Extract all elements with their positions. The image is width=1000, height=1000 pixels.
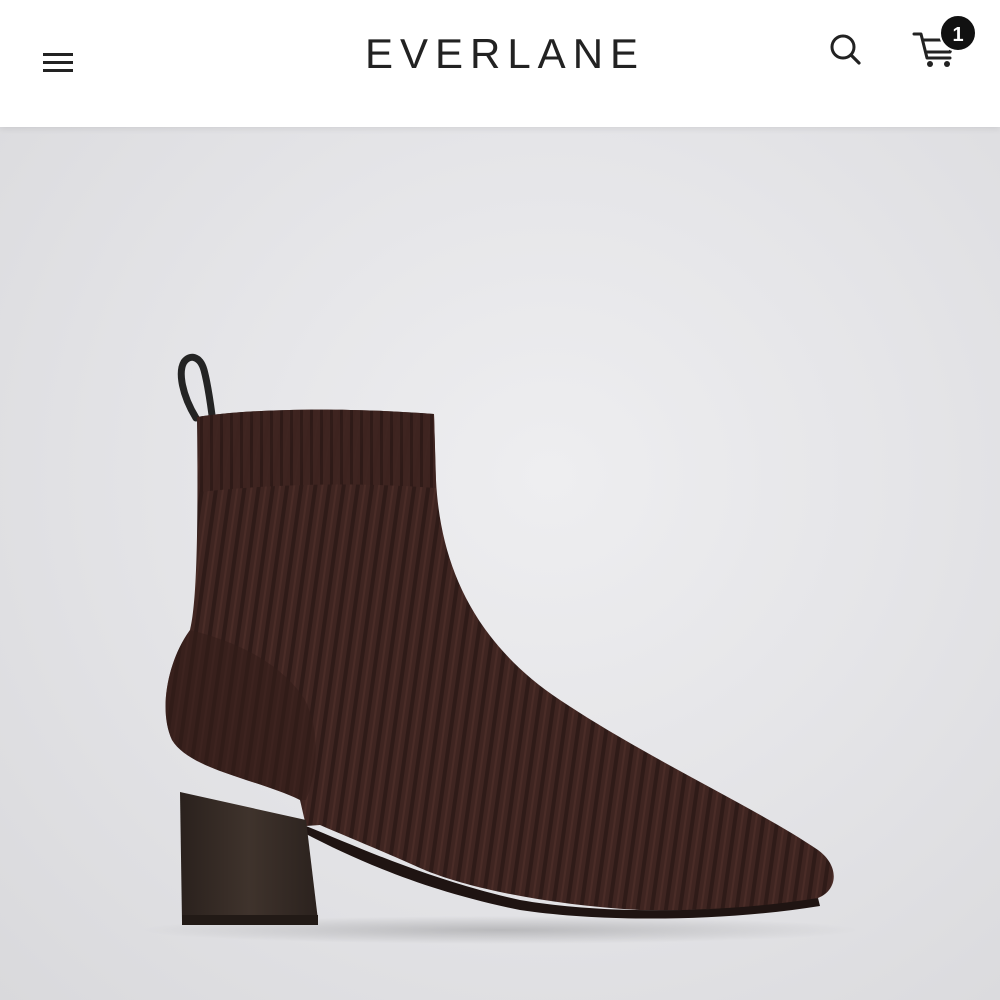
top-navigation-bar: EVERLANE 1 [0, 0, 1000, 127]
product-page: EVERLANE 1 [0, 0, 1000, 1000]
boot-block-heel [180, 792, 318, 922]
search-icon [830, 34, 861, 65]
boot-heel-tip [182, 915, 318, 925]
boot-pull-tab [177, 353, 216, 422]
cart-count-badge[interactable]: 1 [939, 14, 977, 52]
boot-cuff [197, 409, 436, 492]
product-image [0, 127, 1000, 1000]
ankle-boot-image [140, 353, 860, 944]
search-button[interactable] [822, 26, 870, 74]
